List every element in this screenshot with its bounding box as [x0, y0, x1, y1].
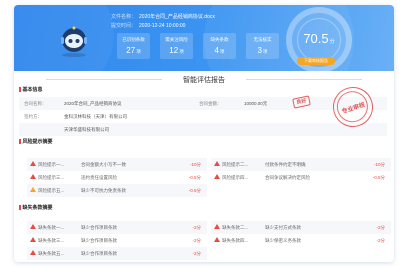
- penalty: -10分: [189, 162, 201, 167]
- alert-triangle-icon: [30, 224, 36, 229]
- penalty: -2分: [192, 225, 201, 230]
- amount-label: 合同金额：: [199, 101, 222, 106]
- section-missing-summary: 缺失条款摘要: [19, 204, 53, 211]
- stat-value: 12项: [169, 46, 184, 55]
- stat-missing-clauses: 缺失条款 4项: [203, 33, 236, 59]
- stat-value: 4项: [214, 46, 225, 55]
- submit-time-line: 提交时间： 2020-12-24 10:00:00: [111, 22, 185, 29]
- alert-triangle-icon: [30, 250, 36, 255]
- stat-risks: 需关注风险 12项: [160, 33, 193, 59]
- penalty: -2分: [192, 238, 201, 243]
- section-risk-summary: 风险提示摘要: [19, 138, 53, 145]
- stat-unverifiable: 无法核实 3项: [246, 33, 279, 59]
- score-value: 70.5分: [303, 31, 335, 46]
- submit-time-label: 提交时间：: [111, 23, 137, 29]
- stat-label: 需关注风险: [165, 37, 188, 42]
- file-name: 2020年合同_产品经销商协议.docx: [139, 14, 215, 20]
- risk-item[interactable]: 风险提示三... 违约责任设置风险 -0.5分: [27, 171, 207, 184]
- party-a: 金科汉林科技（天津）有限公司: [64, 114, 127, 119]
- stat-label: 无法核实: [253, 37, 272, 42]
- download-report-button[interactable]: 下载审核报告: [297, 57, 335, 65]
- alert-triangle-icon: [30, 161, 36, 166]
- contract-name: 2020年合同_产品经销商协议: [64, 101, 122, 106]
- penalty: -2分: [376, 225, 385, 230]
- penalty: -0.5分: [188, 175, 201, 180]
- penalty: -10分: [373, 162, 385, 167]
- section-basic-info: 基本信息: [19, 86, 43, 93]
- missing-item[interactable]: 缺失条款一... 缺少合作项目条款 -2分: [27, 221, 207, 234]
- info-row-party-b: 天津华盛科技有限公司: [19, 123, 387, 136]
- summary-banner: 文件名称： 2020年合同_产品经销商协议.docx 提交时间： 2020-12-2…: [14, 5, 394, 71]
- penalty: -2分: [376, 238, 385, 243]
- stat-value: 3项: [257, 46, 268, 55]
- amount-value: 10000.00元: [244, 101, 268, 106]
- missing-item[interactable]: 缺失条款二... 缺少支付方式条款 -2分: [211, 221, 391, 234]
- risk-item[interactable]: 风险提示一... 合同金额大小写不一致 -10分: [27, 158, 207, 171]
- submit-time: 2020-12-24 10:00:00: [139, 23, 186, 29]
- risk-item[interactable]: 风险提示二... 付款条件约定不明确 -10分: [211, 158, 391, 171]
- robot-mascot-icon: [61, 26, 87, 57]
- alert-triangle-icon: [214, 237, 220, 242]
- penalty: -0.5分: [188, 188, 201, 193]
- stat-label: 已识别条款: [122, 37, 145, 42]
- file-name-label: 文件名称：: [111, 14, 137, 20]
- party-label: 签约方：: [24, 114, 42, 119]
- contract-name-label: 合同名称：: [24, 101, 47, 106]
- info-row-party-a: 签约方： 金科汉林科技（天津）有限公司: [19, 110, 387, 123]
- penalty: -2分: [192, 251, 201, 256]
- missing-item[interactable]: 缺失条款五... 缺少合作项目条款 -2分: [27, 247, 207, 260]
- missing-item[interactable]: 缺失条款三... 缺少合作项目条款 -2分: [27, 234, 207, 247]
- stat-value: 27项: [126, 46, 141, 55]
- warning-triangle-icon: [30, 187, 36, 192]
- alert-triangle-icon: [30, 237, 36, 242]
- report-card: 文件名称： 2020年合同_产品经销商协议.docx 提交时间： 2020-12-2…: [14, 5, 394, 262]
- divider: [246, 79, 362, 80]
- alert-triangle-icon: [214, 174, 220, 179]
- alert-triangle-icon: [214, 161, 220, 166]
- stat-identified-clauses: 已识别条款 27项: [117, 33, 150, 59]
- alert-triangle-icon: [30, 174, 36, 179]
- report-title: 智能评估报告: [183, 77, 225, 84]
- alert-triangle-icon: [214, 224, 220, 229]
- penalty: -0.5分: [372, 175, 385, 180]
- party-b: 天津华盛科技有限公司: [64, 127, 109, 132]
- risk-item[interactable]: 风险提示四... 合同争议解决约定风险 -0.5分: [211, 171, 391, 184]
- risk-item[interactable]: 风险提示五... 缺少不可抗力免责条款 -0.5分: [27, 184, 207, 197]
- stat-label: 缺失条款: [210, 37, 229, 42]
- file-name-line: 文件名称： 2020年合同_产品经销商协议.docx: [111, 13, 215, 20]
- missing-item[interactable]: 缺失条款四... 缺少保密义务条款 -2分: [211, 234, 391, 247]
